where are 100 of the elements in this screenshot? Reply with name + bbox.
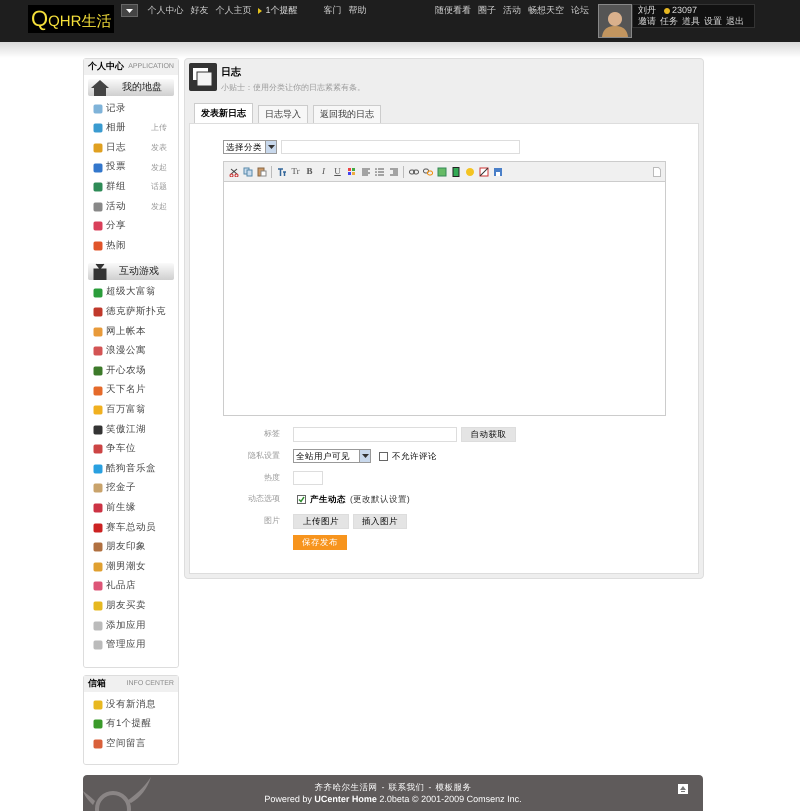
- emblem-drawing: [83, 775, 153, 811]
- frame-icon[interactable]: [478, 166, 488, 176]
- nav-link[interactable]: 个人主页: [215, 4, 252, 17]
- sidebar-link[interactable]: 赛车总动员: [106, 520, 156, 535]
- sidebar-link[interactable]: 记录: [106, 102, 126, 116]
- nav-link[interactable]: 随便看看: [435, 4, 471, 17]
- sidebar-link[interactable]: 活动: [106, 200, 126, 214]
- tab[interactable]: 返回我的日志: [313, 105, 381, 123]
- link-icon[interactable]: [408, 166, 418, 176]
- user-link[interactable]: 设置: [704, 16, 722, 27]
- sidebar-link[interactable]: 朋友买卖: [106, 598, 146, 614]
- sidebar-link[interactable]: 日志: [106, 140, 126, 156]
- panel-title: 信箱: [88, 677, 106, 690]
- field-label: 热度: [263, 472, 280, 484]
- menu-button[interactable]: [121, 4, 138, 17]
- sidebar-link[interactable]: 挖金子: [106, 481, 136, 496]
- sidebar-link[interactable]: 争车位: [106, 442, 136, 456]
- field-label: 图片: [263, 515, 280, 527]
- nav-link[interactable]: 畅想天空: [528, 4, 564, 17]
- action-button[interactable]: 上传图片: [293, 514, 349, 528]
- user-link[interactable]: 道具: [682, 16, 700, 27]
- app-icon: [93, 221, 103, 232]
- sidebar-link[interactable]: 酷狗音乐盒: [106, 462, 156, 476]
- format-button[interactable]: I: [318, 164, 329, 178]
- avatar[interactable]: [598, 4, 632, 38]
- action-button[interactable]: 自动获取: [461, 426, 516, 442]
- sidebar-link[interactable]: 天下名片: [106, 383, 146, 398]
- indent-icon[interactable]: [388, 166, 398, 176]
- footer-link[interactable]: 齐齐哈尔生活网: [314, 780, 378, 792]
- scissors-icon[interactable]: [228, 166, 238, 176]
- sidebar-link[interactable]: 添加应用: [106, 618, 146, 633]
- color-grid-icon[interactable]: [346, 166, 356, 176]
- tab[interactable]: 日志导入: [258, 105, 308, 123]
- chain-icon[interactable]: [422, 166, 432, 176]
- app-icon: [93, 123, 103, 134]
- user-link[interactable]: 退出: [726, 16, 744, 27]
- sidebar-link[interactable]: 百万富翁: [106, 402, 146, 418]
- nav-link[interactable]: 圈子: [478, 4, 496, 17]
- app-icon: [93, 142, 103, 153]
- inbox-link[interactable]: 没有新消息: [106, 698, 156, 712]
- sidebar-link[interactable]: 朋友印象: [106, 540, 146, 554]
- title-input[interactable]: [281, 140, 520, 154]
- sidebar-link[interactable]: 礼品店: [106, 579, 136, 594]
- nav-link[interactable]: 客门: [323, 4, 342, 17]
- settings-link[interactable]: (更改默认设置): [350, 492, 410, 506]
- footer-link[interactable]: 联系我们: [388, 780, 424, 792]
- sidebar-link[interactable]: 浪漫公寓: [106, 344, 146, 358]
- sidebar-link[interactable]: 管理应用: [106, 638, 146, 652]
- sidebar-link[interactable]: 笑傲江湖: [106, 422, 146, 437]
- format-button[interactable]: Tr: [290, 164, 301, 178]
- nav-link[interactable]: 好友: [190, 4, 208, 17]
- site-logo[interactable]: QQHR生活: [28, 5, 114, 33]
- sidebar-link[interactable]: 前生缘: [106, 500, 136, 516]
- check-icon: [298, 496, 305, 502]
- app-icon: [93, 483, 103, 494]
- heat-input[interactable]: [293, 470, 323, 484]
- back-to-top-icon[interactable]: [679, 785, 687, 793]
- privacy-select[interactable]: 全站用户可见: [293, 449, 371, 463]
- coin-count: 23097: [672, 5, 698, 16]
- sidebar-link[interactable]: 网上帐本: [106, 324, 146, 339]
- footer-link[interactable]: 模板服务: [435, 780, 472, 792]
- category-select[interactable]: 选择分类: [223, 140, 277, 154]
- image-icon[interactable]: [436, 166, 446, 176]
- nav-link[interactable]: 帮助: [348, 4, 366, 17]
- panel-title: 个人中心: [88, 60, 124, 74]
- format-button[interactable]: U: [332, 164, 343, 178]
- tags-input[interactable]: [293, 426, 457, 442]
- app-icon: [93, 162, 103, 173]
- align-icon[interactable]: [360, 166, 370, 176]
- inbox-link[interactable]: 有1个提醒: [106, 717, 152, 732]
- sidebar-link[interactable]: 超级大富翁: [106, 285, 156, 300]
- sidebar-link[interactable]: 德克萨斯扑克: [106, 305, 166, 320]
- sidebar-link[interactable]: 开心农场: [106, 364, 146, 378]
- format-button[interactable]: B: [304, 164, 315, 178]
- sidebar-link[interactable]: 分享: [106, 219, 126, 234]
- checkbox[interactable]: [297, 494, 306, 504]
- inbox-link[interactable]: 空间留言: [106, 736, 146, 752]
- text-format-icon[interactable]: [276, 166, 286, 176]
- copy-icon[interactable]: [242, 166, 252, 176]
- action-button[interactable]: 插入图片: [353, 514, 407, 528]
- nav-link[interactable]: 活动: [503, 4, 521, 17]
- film-icon[interactable]: [450, 166, 460, 176]
- sidebar-link[interactable]: 群组: [106, 180, 126, 194]
- list-icon[interactable]: [374, 166, 384, 176]
- notice-link[interactable]: 1个提醒: [265, 4, 298, 17]
- clipboard-icon[interactable]: [256, 166, 266, 176]
- user-link[interactable]: 任务: [660, 16, 678, 27]
- checkbox[interactable]: [379, 452, 388, 460]
- user-silhouette-icon: [601, 9, 629, 37]
- tab[interactable]: 发表新日志: [194, 103, 253, 123]
- sidebar-link[interactable]: 热闹: [106, 238, 126, 254]
- nav-link[interactable]: 论坛: [571, 4, 589, 17]
- sidebar-link[interactable]: 相册: [106, 121, 126, 136]
- app-icon: [93, 424, 103, 435]
- sidebar-link[interactable]: 投票: [106, 160, 126, 175]
- sidebar-link[interactable]: 潮男潮女: [106, 560, 146, 574]
- editor[interactable]: Tr B I U: [223, 161, 666, 416]
- nav-link[interactable]: 个人中心: [147, 4, 184, 17]
- user-name[interactable]: 刘丹: [638, 5, 656, 16]
- user-link[interactable]: 邀请: [638, 16, 656, 27]
